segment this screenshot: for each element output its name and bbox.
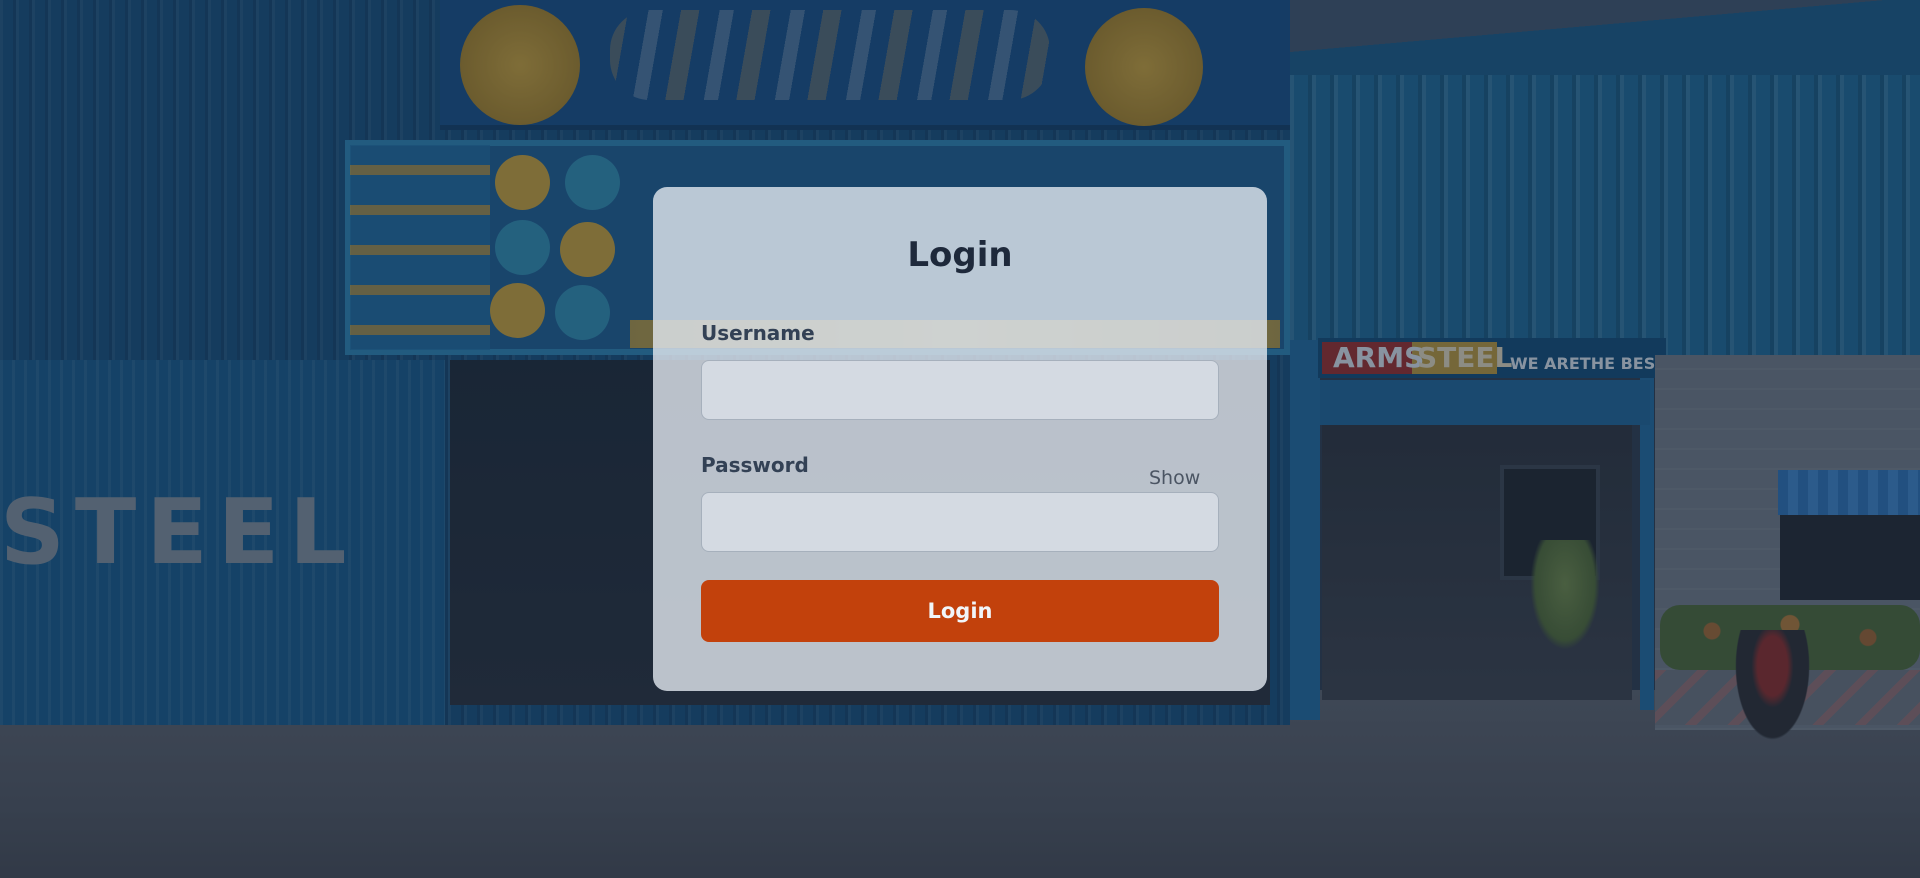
show-password-toggle[interactable]: Show [1149,467,1200,489]
password-label: Password [701,453,809,477]
login-card: Login Username Password Show Login [653,187,1267,691]
username-label: Username [701,321,815,345]
login-button[interactable]: Login [701,580,1219,642]
login-title: Login [907,235,1013,275]
password-input[interactable] [701,492,1219,552]
username-input[interactable] [701,360,1219,420]
